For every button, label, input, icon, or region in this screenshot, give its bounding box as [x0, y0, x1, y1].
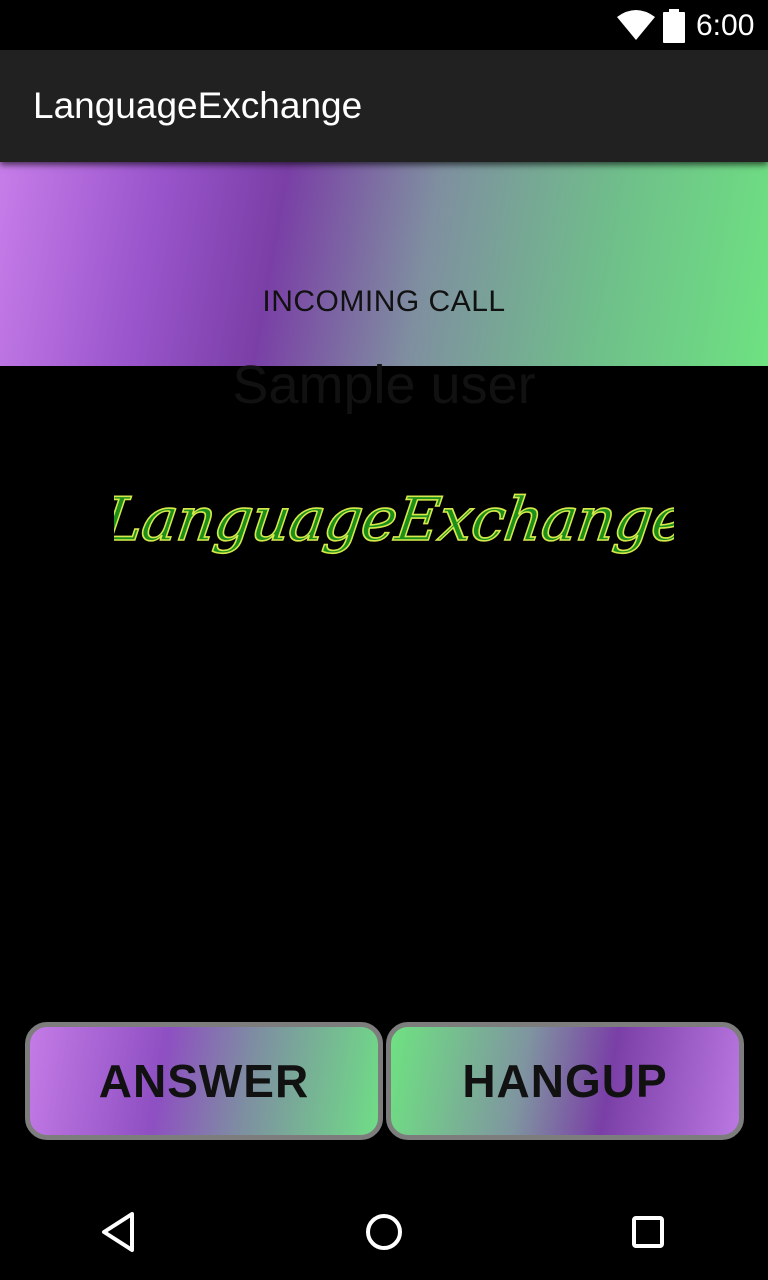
app-bar: LanguageExchange [0, 50, 768, 162]
home-circle-icon[interactable] [360, 1208, 408, 1256]
back-triangle-icon[interactable] [96, 1208, 144, 1256]
app-title: LanguageExchange [33, 85, 363, 126]
incoming-call-screen: 6:00 LanguageExchange Sample user INCOMI… [0, 0, 768, 1280]
status-bar: 6:00 [0, 0, 768, 50]
caller-name: Sample user [232, 355, 536, 415]
status-clock: 6:00 [696, 9, 755, 42]
hangup-button[interactable]: HANGUP [386, 1022, 744, 1140]
answer-button[interactable]: ANSWER [25, 1022, 383, 1140]
caller-header: Sample user INCOMING CALL [0, 162, 768, 415]
logo-text: LanguageExchange [114, 485, 674, 555]
wifi-icon [617, 10, 655, 40]
recent-apps-square-icon[interactable] [624, 1208, 672, 1256]
call-status-label: INCOMING CALL [262, 285, 506, 318]
navigation-bar [0, 1184, 768, 1280]
language-exchange-logo: LanguageExchange [114, 484, 674, 555]
battery-icon [663, 9, 685, 43]
